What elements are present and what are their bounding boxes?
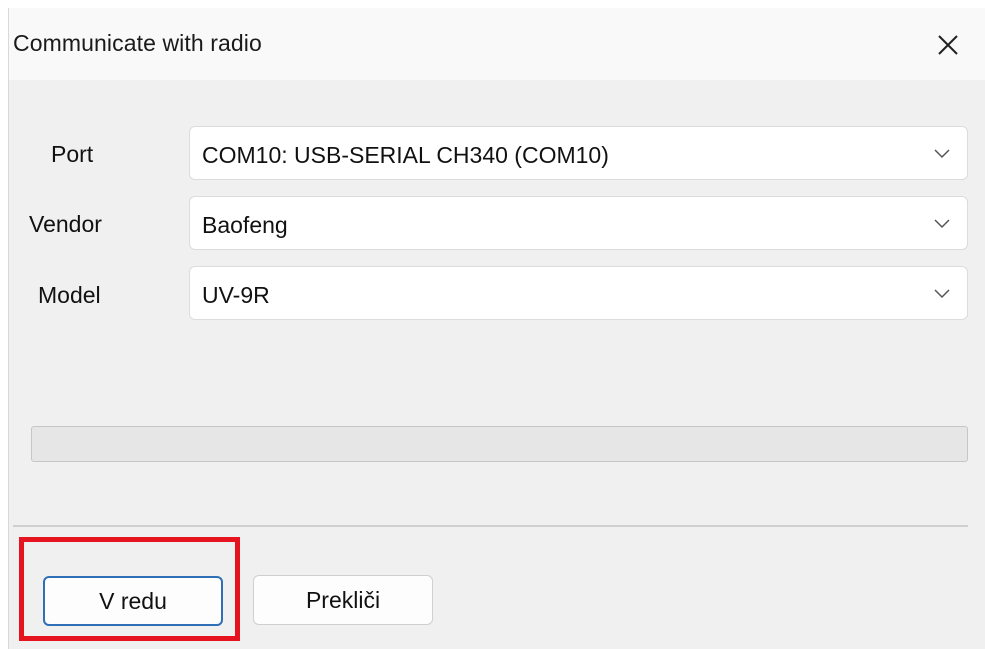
close-button[interactable] [929,26,967,64]
highlight-annotation [19,537,240,641]
progress-bar [31,426,968,462]
port-select[interactable]: COM10: USB-SERIAL CH340 (COM10) [189,126,968,180]
chevron-down-icon [934,289,950,299]
port-value: COM10: USB-SERIAL CH340 (COM10) [202,142,609,168]
model-value: UV-9R [202,282,270,308]
vendor-value: Baofeng [202,212,288,238]
port-label: Port [51,141,94,167]
cancel-button[interactable]: Prekliči [253,575,433,625]
title-bar: Communicate with radio [9,8,985,80]
divider [13,525,968,527]
vendor-label: Vendor [29,211,102,237]
model-select[interactable]: UV-9R [189,266,968,320]
model-label: Model [38,282,101,308]
close-icon [938,35,958,55]
chevron-down-icon [934,219,950,229]
vendor-select[interactable]: Baofeng [189,196,968,250]
chevron-down-icon [934,149,950,159]
dialog-title: Communicate with radio [13,30,262,56]
